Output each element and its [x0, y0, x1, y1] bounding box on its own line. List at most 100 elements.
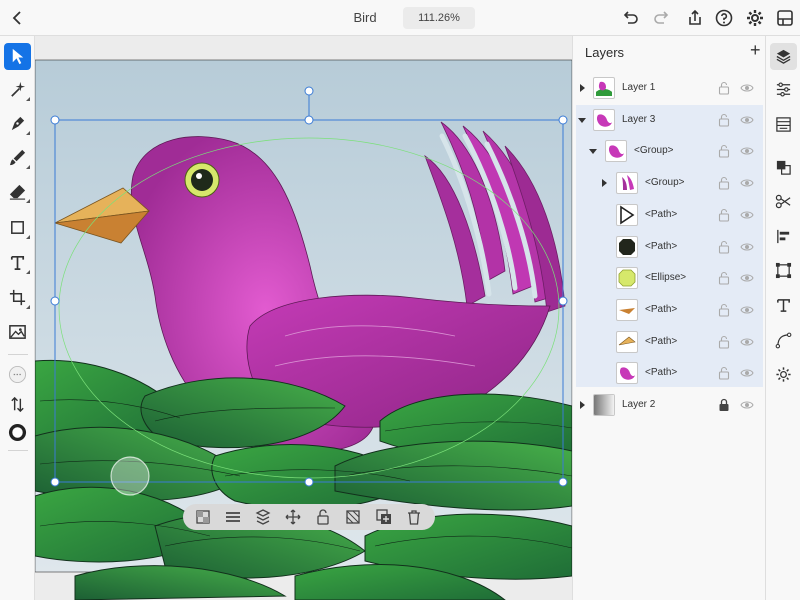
lock-icon[interactable] — [314, 508, 332, 526]
eye-icon[interactable] — [740, 305, 754, 315]
pen-tool[interactable] — [4, 110, 31, 137]
layer-name: Layer 1 — [622, 82, 656, 93]
unlocked-icon[interactable] — [718, 303, 730, 317]
transform-button[interactable] — [770, 257, 797, 284]
layers-panel-title: Layers — [585, 45, 625, 60]
pathfinder-button[interactable] — [770, 154, 797, 181]
curvature-icon — [775, 332, 792, 349]
layer-row-path[interactable]: <Path> — [573, 295, 766, 326]
trash-icon[interactable] — [405, 508, 423, 526]
eye-icon[interactable] — [740, 242, 754, 252]
collapse-caret-icon[interactable] — [589, 147, 597, 155]
curvature-button[interactable] — [770, 327, 797, 354]
eye-icon[interactable] — [740, 115, 754, 125]
more-tool[interactable] — [4, 361, 31, 388]
type-icon — [777, 299, 790, 312]
undo-icon[interactable] — [620, 8, 640, 28]
locked-icon[interactable] — [718, 398, 730, 412]
layer-row-path[interactable]: <Path> — [573, 327, 766, 358]
eraser-tool[interactable] — [4, 178, 31, 205]
scissors-icon — [775, 194, 791, 209]
eye-icon[interactable] — [740, 146, 754, 156]
arrow-pointer-icon — [12, 48, 24, 65]
image-tool[interactable] — [4, 318, 31, 345]
unlocked-icon[interactable] — [718, 271, 730, 285]
unlocked-icon[interactable] — [718, 208, 730, 222]
appearance-button[interactable] — [770, 111, 797, 138]
gear-icon[interactable] — [745, 8, 765, 28]
layer-row-layer-3[interactable]: Layer 3 — [573, 105, 766, 136]
layer-row-group[interactable]: <Group> — [573, 168, 766, 199]
unlocked-icon[interactable] — [718, 144, 730, 158]
unlocked-icon[interactable] — [718, 176, 730, 190]
swap-colors-tool[interactable] — [4, 391, 31, 418]
help-icon[interactable] — [714, 8, 734, 28]
eye-icon[interactable] — [740, 210, 754, 220]
layer-row-path[interactable]: <Path> — [573, 358, 766, 389]
unlocked-icon[interactable] — [718, 335, 730, 349]
pen-icon — [11, 116, 25, 131]
direct-selection-tool[interactable] — [4, 76, 31, 103]
mask-icon[interactable] — [344, 508, 362, 526]
zoom-level[interactable]: 111.26% — [403, 7, 475, 29]
expand-caret-icon[interactable] — [578, 84, 586, 92]
layer-row-layer-1[interactable]: Layer 1 — [573, 73, 766, 104]
layer-row-group[interactable]: <Group> — [573, 136, 766, 167]
layer-row-layer-2[interactable]: Layer 2 — [573, 390, 766, 421]
layer-row-path[interactable]: <Path> — [573, 232, 766, 263]
properties-icon — [776, 82, 791, 97]
stroke-color-icon — [8, 423, 27, 442]
context-toolbar — [183, 504, 435, 530]
add-layer-button[interactable]: + — [750, 40, 761, 60]
layer-thumbnail — [616, 267, 638, 289]
eye-icon[interactable] — [740, 400, 754, 410]
eye-icon[interactable] — [740, 83, 754, 93]
layer-row-ellipse[interactable]: <Ellipse> — [573, 263, 766, 294]
layers-panel-button[interactable] — [770, 43, 797, 70]
redo-icon[interactable] — [652, 8, 672, 28]
unlocked-icon[interactable] — [718, 366, 730, 380]
scissors-button[interactable] — [770, 188, 797, 215]
layer-thumbnail — [616, 331, 638, 353]
layer-thumbnail — [593, 109, 615, 131]
duplicate-icon[interactable] — [375, 508, 393, 526]
layer-row-path[interactable]: <Path> — [573, 200, 766, 231]
layer-name: Layer 3 — [622, 114, 656, 125]
touch-shortcut[interactable] — [110, 456, 150, 496]
unlocked-icon[interactable] — [718, 240, 730, 254]
properties-button[interactable] — [770, 76, 797, 103]
crop-tool[interactable] — [4, 284, 31, 311]
layer-name: <Group> — [645, 177, 685, 188]
character-button[interactable] — [770, 292, 797, 319]
layer-thumbnail — [616, 172, 638, 194]
settings-panel-button[interactable] — [770, 361, 797, 388]
chevron-left-icon[interactable] — [8, 8, 28, 28]
eye-icon[interactable] — [740, 273, 754, 283]
selection-tool[interactable] — [4, 43, 31, 70]
move-icon[interactable] — [284, 508, 302, 526]
expand-caret-icon[interactable] — [600, 179, 608, 187]
shape-tool[interactable] — [4, 214, 31, 241]
layer-thumbnail — [593, 394, 615, 416]
expand-caret-icon[interactable] — [578, 401, 586, 409]
eye-icon[interactable] — [740, 337, 754, 347]
unlocked-icon[interactable] — [718, 113, 730, 127]
layer-thumbnail — [616, 236, 638, 258]
collapse-caret-icon[interactable] — [578, 116, 586, 124]
export-icon[interactable] — [775, 8, 795, 28]
eye-icon[interactable] — [740, 178, 754, 188]
arrange-icon[interactable] — [254, 508, 272, 526]
transparency-icon[interactable] — [194, 508, 212, 526]
layer-name: <Ellipse> — [645, 272, 687, 283]
layer-name: <Path> — [645, 367, 678, 378]
align-panel-button[interactable] — [770, 223, 797, 250]
brush-tool[interactable] — [4, 144, 31, 171]
fill-stroke-tool[interactable] — [4, 419, 31, 446]
unlocked-icon[interactable] — [718, 81, 730, 95]
layer-name: <Path> — [645, 241, 678, 252]
align-icon[interactable] — [224, 508, 242, 526]
eye-icon[interactable] — [740, 368, 754, 378]
share-icon[interactable] — [685, 8, 705, 28]
rectangle-icon — [11, 221, 24, 234]
type-tool[interactable] — [4, 249, 31, 276]
